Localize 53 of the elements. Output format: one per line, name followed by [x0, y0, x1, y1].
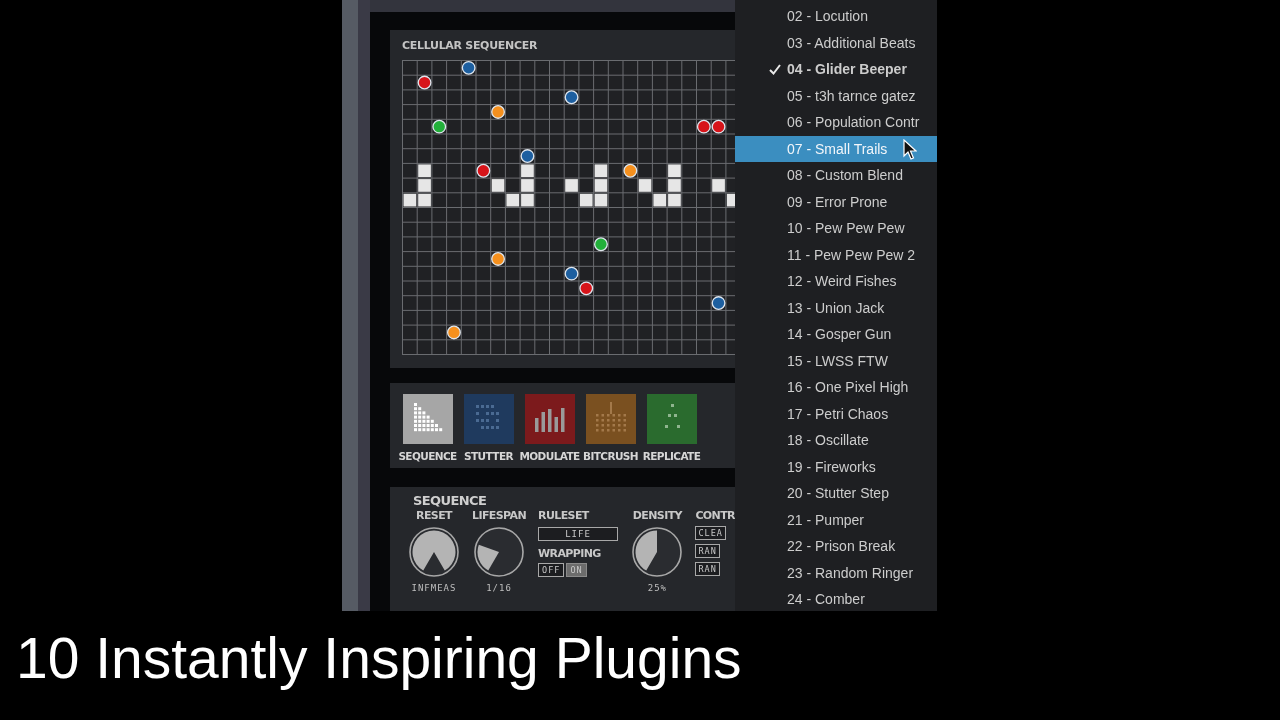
controls-label: CONTR [695, 509, 735, 522]
effect-button[interactable]: BITCRUSH [583, 394, 638, 468]
effect-tile-icon [524, 394, 575, 444]
effect-button[interactable]: SEQUENCE [400, 394, 455, 468]
effect-tile-icon [463, 394, 514, 444]
menu-item[interactable]: 10 - Pew Pew Pew [735, 215, 937, 242]
menu-item[interactable]: 14 - Gosper Gun [735, 321, 937, 348]
menu-item[interactable]: 20 - Stutter Step [735, 480, 937, 507]
menu-item[interactable]: 21 - Pumper [735, 506, 937, 533]
wrapping-label: WRAPPING [538, 547, 601, 560]
section-title: SEQUENCE [413, 493, 488, 508]
menu-item[interactable]: 18 - Oscillate [735, 427, 937, 454]
knob-value: 1/16 [486, 583, 512, 593]
ruleset-label: RULESET [538, 509, 589, 522]
menu-item[interactable]: 04 - Glider Beeper [735, 56, 937, 83]
knob-label: RESET [416, 509, 452, 522]
menu-item[interactable]: 23 - Random Ringer [735, 559, 937, 586]
ruleset-field[interactable]: LIFE [538, 527, 619, 541]
menu-item[interactable]: 16 - One Pixel High [735, 374, 937, 401]
knob-label: DENSITY [632, 509, 682, 522]
menu-item[interactable]: 12 - Weird Fishes [735, 268, 937, 295]
knob-value: INFMEAS [411, 583, 457, 593]
menu-item[interactable]: 24 - Comber [735, 586, 937, 613]
effect-tile-icon [585, 394, 636, 444]
effect-tile-icon [402, 394, 453, 444]
effect-button[interactable]: REPLICATE [644, 394, 699, 468]
control-button[interactable]: RAN [695, 544, 720, 558]
knob[interactable] [408, 526, 460, 578]
menu-item[interactable]: 22 - Prison Break [735, 533, 937, 560]
knob-value: 25% [647, 583, 667, 593]
checkmark-icon [769, 63, 781, 75]
cursor-icon [903, 139, 917, 161]
effect-button[interactable]: STUTTER [461, 394, 516, 468]
knob[interactable] [473, 526, 525, 578]
video-caption: 10 Instantly Inspiring Plugins [15, 625, 743, 692]
menu-item[interactable]: 13 - Union Jack [735, 294, 937, 321]
knob[interactable] [631, 526, 684, 578]
menu-item[interactable]: 15 - LWSS FTW [735, 347, 937, 374]
knob-label: LIFESPAN [472, 509, 527, 522]
menu-item[interactable]: 17 - Petri Chaos [735, 400, 937, 427]
menu-item[interactable]: 08 - Custom Blend [735, 162, 937, 189]
menu-item[interactable]: 11 - Pew Pew Pew 2 [735, 241, 937, 268]
menu-item[interactable]: 06 - Population Contr [735, 109, 937, 136]
menu-item[interactable]: 05 - t3h tarnce gatez [735, 82, 937, 109]
menu-item[interactable]: 09 - Error Prone [735, 188, 937, 215]
effect-tile-icon [646, 394, 697, 444]
toggle-button[interactable]: OFF [538, 563, 565, 577]
control-button[interactable]: CLEA [695, 526, 726, 540]
menu-item[interactable]: 19 - Fireworks [735, 453, 937, 480]
control-button[interactable]: RAN [695, 562, 720, 576]
menu-item[interactable]: 03 - Additional Beats [735, 29, 937, 56]
panel-title: CELLULAR SEQUENCER [402, 39, 539, 52]
menu-item[interactable]: 02 - Locution [735, 3, 937, 30]
